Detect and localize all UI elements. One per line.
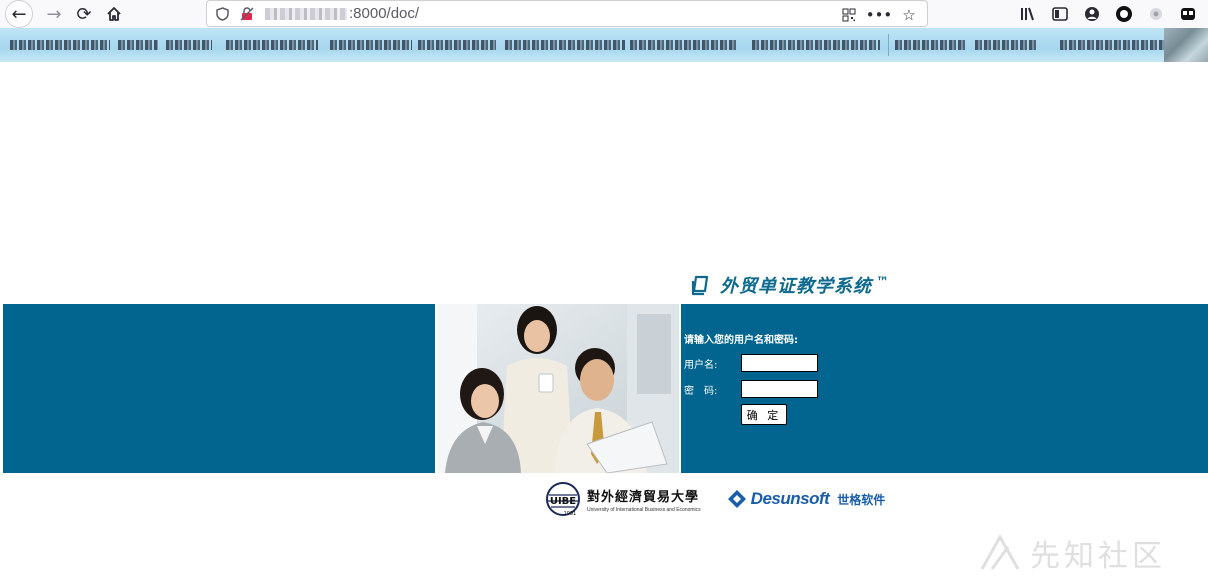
desunsoft-name: Desunsoft — [750, 489, 830, 508]
uibe-name-en: University of International Business and… — [587, 506, 701, 513]
page-content: 外贸单证教学系统 ™ 请输入您的用户名和密码: 用户名: 密 码: 确 定 UI… — [0, 62, 1208, 580]
svg-text:1951: 1951 — [564, 511, 577, 517]
bookmark-item[interactable] — [630, 40, 738, 50]
desunsoft-diamond-icon — [727, 490, 746, 508]
password-input[interactable] — [741, 380, 818, 398]
bookmark-item[interactable] — [505, 40, 625, 50]
footer-logos: UIBE 1951 對外經濟貿易大學 University of Interna… — [545, 480, 885, 518]
bookmark-star-icon[interactable]: ☆ — [897, 3, 921, 27]
insecure-lock-icon[interactable] — [237, 4, 257, 24]
desunsoft-name-cn: 世格软件 — [837, 492, 886, 507]
password-row: 密 码: — [684, 376, 884, 402]
reload-icon: ⟳ — [76, 3, 92, 25]
shield-icon[interactable] — [212, 4, 232, 24]
bookmark-item[interactable] — [975, 40, 1037, 50]
bookmark-separator — [888, 34, 889, 56]
reload-button[interactable]: ⟳ — [69, 1, 99, 27]
qr-code-icon[interactable] — [837, 3, 861, 27]
url-text: :8000/doc/ — [349, 5, 420, 22]
uibe-name: 對外經濟貿易大學 University of International Bus… — [587, 486, 701, 513]
login-prompt: 请输入您的用户名和密码: — [684, 335, 798, 346]
bookmark-item[interactable] — [10, 40, 110, 50]
sidebar-icon[interactable] — [1048, 2, 1072, 26]
back-button[interactable]: ← — [5, 0, 33, 28]
watermark-text: 先知社区 — [1030, 539, 1166, 574]
extension-face-icon[interactable] — [1176, 2, 1200, 26]
uibe-name-cn: 對外經濟貿易大學 — [587, 489, 700, 505]
theme-tree-decoration — [1164, 28, 1208, 62]
extension-circle-icon[interactable] — [1112, 2, 1136, 26]
arrow-right-icon: → — [46, 3, 62, 25]
login-form: 请输入您的用户名和密码: 用户名: 密 码: 确 定 — [684, 332, 884, 425]
account-icon[interactable] — [1080, 2, 1104, 26]
arrow-left-icon: ← — [11, 3, 27, 25]
url-bar[interactable]: :8000/doc/ ••• ☆ — [206, 0, 928, 27]
bookmark-item[interactable] — [1060, 40, 1164, 50]
extension-gear-icon[interactable] — [1144, 2, 1168, 26]
bookmark-item[interactable] — [895, 40, 965, 50]
url-host-blurred — [265, 7, 347, 20]
svg-text:UIBE: UIBE — [550, 496, 576, 507]
more-actions-icon[interactable]: ••• — [866, 3, 893, 27]
trademark-symbol: ™ — [876, 274, 889, 290]
bookmark-item[interactable] — [166, 40, 212, 50]
bookmarks-bar — [0, 28, 1208, 62]
watermark-logo-icon — [980, 533, 1020, 570]
username-input[interactable] — [741, 354, 818, 372]
desunsoft-logo: Desunsoft 世格软件 — [727, 489, 886, 509]
system-title: 外贸单证教学系统 ™ — [690, 272, 889, 298]
bookmark-item[interactable] — [330, 40, 412, 50]
forward-button[interactable]: → — [39, 1, 69, 27]
password-label: 密 码: — [684, 385, 718, 397]
username-label: 用户名: — [684, 359, 718, 371]
watermark: 先知社区 — [978, 532, 1166, 574]
bookmark-item[interactable] — [752, 40, 880, 50]
banner-photo — [435, 304, 681, 473]
submit-button[interactable]: 确 定 — [741, 404, 787, 425]
home-button[interactable] — [99, 1, 129, 27]
bookmark-item[interactable] — [418, 40, 496, 50]
bookmark-item[interactable] — [118, 40, 158, 50]
username-row: 用户名: — [684, 350, 884, 376]
bookmark-item[interactable] — [226, 40, 318, 50]
browser-toolbar: ← → ⟳ :8000/doc/ ••• ☆ — [0, 0, 1208, 28]
home-icon — [107, 7, 121, 21]
uibe-logo: UIBE 1951 — [546, 482, 580, 517]
library-icon[interactable] — [1016, 2, 1040, 26]
system-title-text: 外贸单证教学系统 — [720, 276, 872, 297]
document-icon — [691, 275, 709, 296]
